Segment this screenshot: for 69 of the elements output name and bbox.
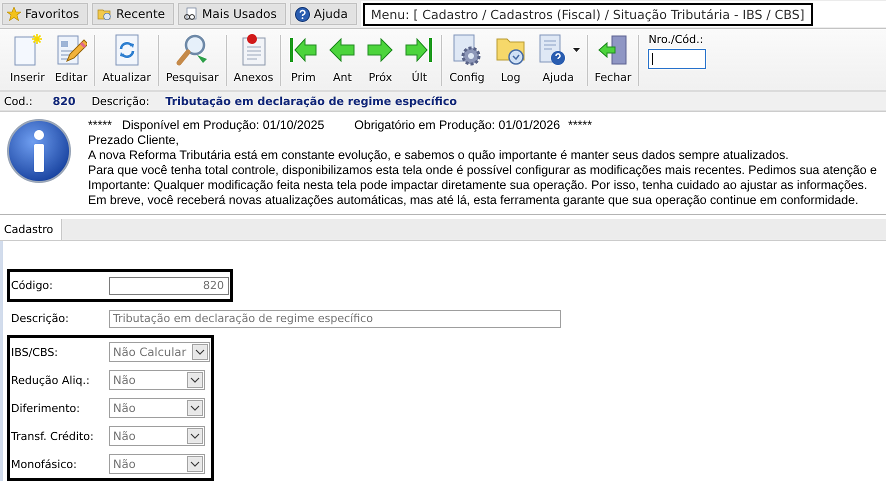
notice-text: Para que você tenha total controle, disponibilizamos esta tela onde é possível configurar as modificações mais recentes. Pedimos sua atenção e bbox=[88, 163, 877, 178]
description-label: Descrição: bbox=[92, 94, 150, 108]
dropdown-field[interactable]: Não bbox=[109, 370, 205, 390]
code-field[interactable]: 820 bbox=[109, 276, 229, 294]
field-label: Código: bbox=[11, 279, 54, 292]
toolbar-button[interactable]: Ant bbox=[324, 31, 360, 90]
notice-text: Prezado Cliente, bbox=[88, 133, 180, 148]
star-icon bbox=[7, 7, 21, 21]
notice-text: Importante: Qualquer modificação feita nesta tela pode impactar diretamente sua operação. Por isso, tenha cuidado ao ajustar as informações. bbox=[88, 178, 868, 193]
document-glasses-icon bbox=[183, 7, 198, 21]
chevron-down-icon bbox=[187, 372, 203, 388]
notice-heading: ***** bbox=[568, 118, 592, 133]
toolbar-button[interactable]: Próx bbox=[362, 31, 398, 90]
field-label: Descrição: bbox=[11, 312, 70, 325]
chevron-down-icon bbox=[187, 428, 203, 444]
folder-clock-icon bbox=[97, 7, 112, 21]
notice-heading: ***** bbox=[88, 118, 112, 133]
notice-text: A nova Reforma Tributária está em constante evolução, e sabemos o quão importante é manter seus dados sempre atualizados. bbox=[88, 148, 790, 163]
field-label: IBS/CBS: bbox=[11, 346, 60, 358]
toolbar-button[interactable]: Anexos bbox=[230, 31, 278, 90]
chevron-down-icon bbox=[187, 400, 203, 416]
code-label: Cod.: bbox=[4, 94, 33, 108]
toolbar-button[interactable]: Editar bbox=[50, 31, 92, 90]
shortcut-tab[interactable]: Recente bbox=[92, 3, 174, 25]
dropdown-field[interactable]: Não bbox=[109, 398, 205, 418]
field-label: Diferimento: bbox=[11, 402, 81, 414]
dropdown-field[interactable]: Não bbox=[109, 426, 205, 446]
caret-icon bbox=[572, 48, 580, 52]
field-label: Redução Aliq.: bbox=[11, 374, 91, 386]
toolbar-button[interactable]: Últ bbox=[400, 31, 438, 90]
notice-text: Em breve, você receberá novas atualizações automáticas, mas até lá, esta ferramenta garante que sua operação continue em conformidade. bbox=[88, 193, 860, 208]
edit-document-icon bbox=[55, 33, 88, 67]
description-field[interactable]: Tributação em declaração de regime específico bbox=[109, 310, 561, 328]
help-document-icon bbox=[536, 33, 567, 67]
chevron-down-icon bbox=[192, 344, 208, 360]
notice-heading: Obrigatório em Produção: 01/01/2026 bbox=[354, 118, 560, 133]
info-icon bbox=[6, 118, 72, 184]
right-arrow-icon bbox=[366, 35, 394, 65]
notice-heading: Disponível em Produção: 01/10/2025 bbox=[122, 118, 324, 133]
menu-path: Menu: [ Cadastro / Cadastros (Fiscal) / Situação Tributária - IBS / CBS] bbox=[362, 2, 813, 26]
toolbar-button[interactable]: Atualizar bbox=[98, 31, 155, 90]
field-label: Transf. Crédito: bbox=[11, 430, 95, 442]
lookup-input[interactable] bbox=[648, 49, 706, 69]
toolbar-button[interactable]: Prim bbox=[284, 31, 322, 90]
code-value: 820 bbox=[52, 94, 76, 108]
shortcut-tab[interactable]: Favoritos bbox=[2, 3, 88, 25]
dropdown-field[interactable]: Não Calcular bbox=[109, 342, 210, 362]
page-tab[interactable]: Cadastro bbox=[0, 219, 62, 240]
toolbar-button[interactable]: Inserir bbox=[6, 31, 49, 90]
left-arrow-icon bbox=[328, 35, 356, 65]
help-icon bbox=[294, 6, 310, 22]
toolbar-button[interactable]: Log bbox=[490, 31, 531, 90]
first-arrow-icon bbox=[288, 35, 318, 65]
lookup-label: Nro./Cód.: bbox=[648, 33, 704, 46]
toolbar-button[interactable]: Pesquisar bbox=[162, 31, 223, 90]
gear-document-icon bbox=[451, 33, 484, 67]
shortcut-tab[interactable]: Mais Usados bbox=[178, 3, 286, 25]
toolbar-button[interactable]: Config bbox=[445, 31, 489, 90]
magnifier-icon bbox=[175, 33, 210, 67]
chevron-down-icon bbox=[187, 456, 203, 472]
pinned-document-icon bbox=[240, 33, 268, 67]
description-value: Tributação em declaração de regime específico bbox=[165, 94, 457, 108]
toolbar-button[interactable]: Ajuda bbox=[532, 31, 584, 90]
last-arrow-icon bbox=[404, 35, 434, 65]
toolbar-button[interactable]: Fechar bbox=[590, 31, 636, 90]
exit-door-icon bbox=[597, 33, 630, 67]
shortcut-tab[interactable]: Ajuda bbox=[290, 3, 357, 25]
dropdown-field[interactable]: Não bbox=[109, 454, 205, 474]
field-label: Monofásico: bbox=[11, 458, 78, 470]
